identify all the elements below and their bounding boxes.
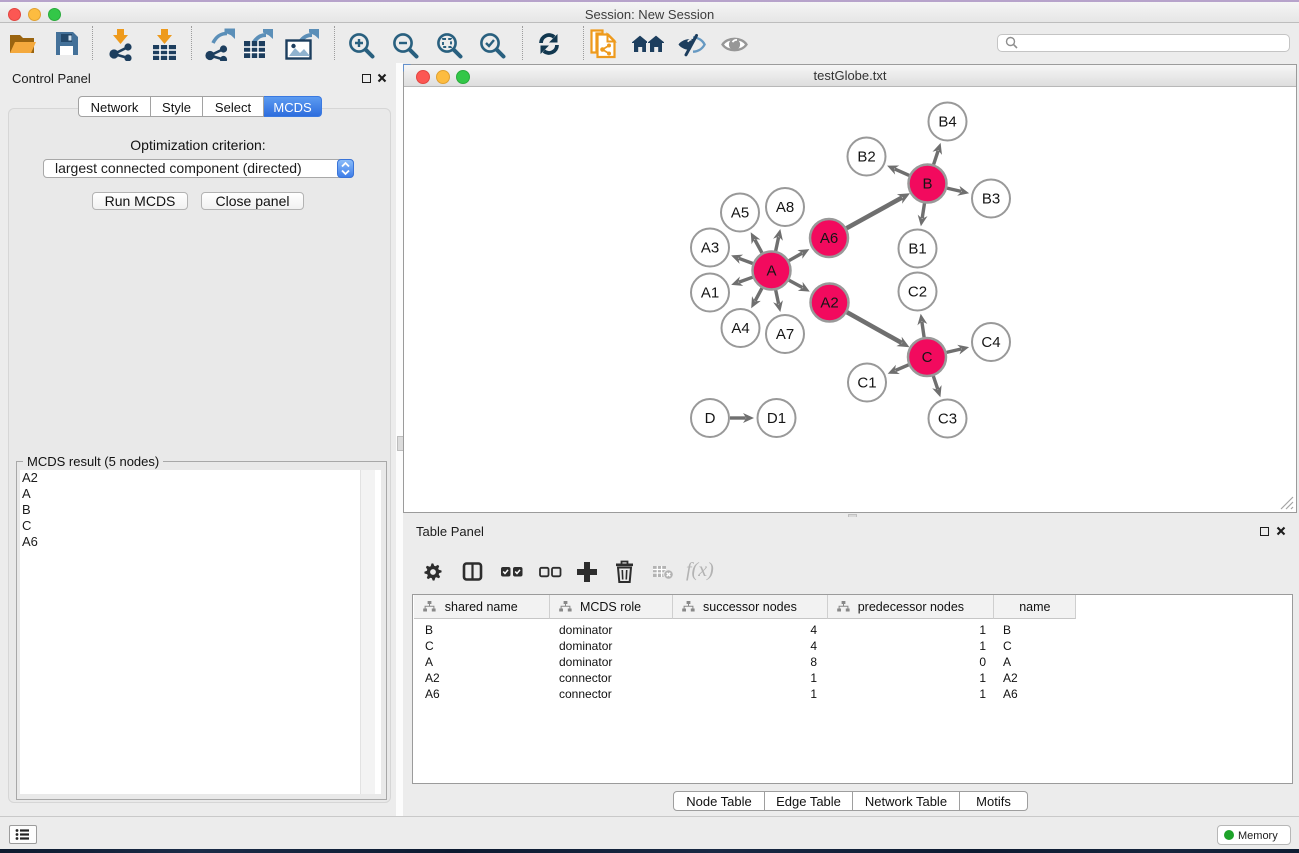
svg-text:B4: B4 — [938, 114, 956, 131]
svg-text:B: B — [922, 176, 932, 193]
svg-text:B3: B3 — [982, 191, 1000, 208]
svg-text:A3: A3 — [701, 240, 719, 257]
svg-text:C4: C4 — [981, 334, 1000, 351]
svg-text:D1: D1 — [767, 410, 786, 427]
svg-text:A: A — [766, 263, 776, 280]
svg-text:C: C — [922, 349, 933, 366]
svg-text:D: D — [705, 410, 716, 427]
svg-text:A6: A6 — [820, 230, 838, 247]
svg-text:A4: A4 — [731, 320, 749, 337]
svg-text:B1: B1 — [908, 241, 926, 258]
svg-text:A5: A5 — [731, 205, 749, 222]
svg-text:A7: A7 — [776, 326, 794, 343]
svg-text:C1: C1 — [857, 375, 876, 392]
svg-text:C3: C3 — [938, 411, 957, 428]
svg-text:A8: A8 — [776, 199, 794, 216]
svg-text:C2: C2 — [908, 284, 927, 301]
svg-text:A2: A2 — [820, 295, 838, 312]
svg-text:B2: B2 — [857, 149, 875, 166]
svg-text:A1: A1 — [701, 285, 719, 302]
